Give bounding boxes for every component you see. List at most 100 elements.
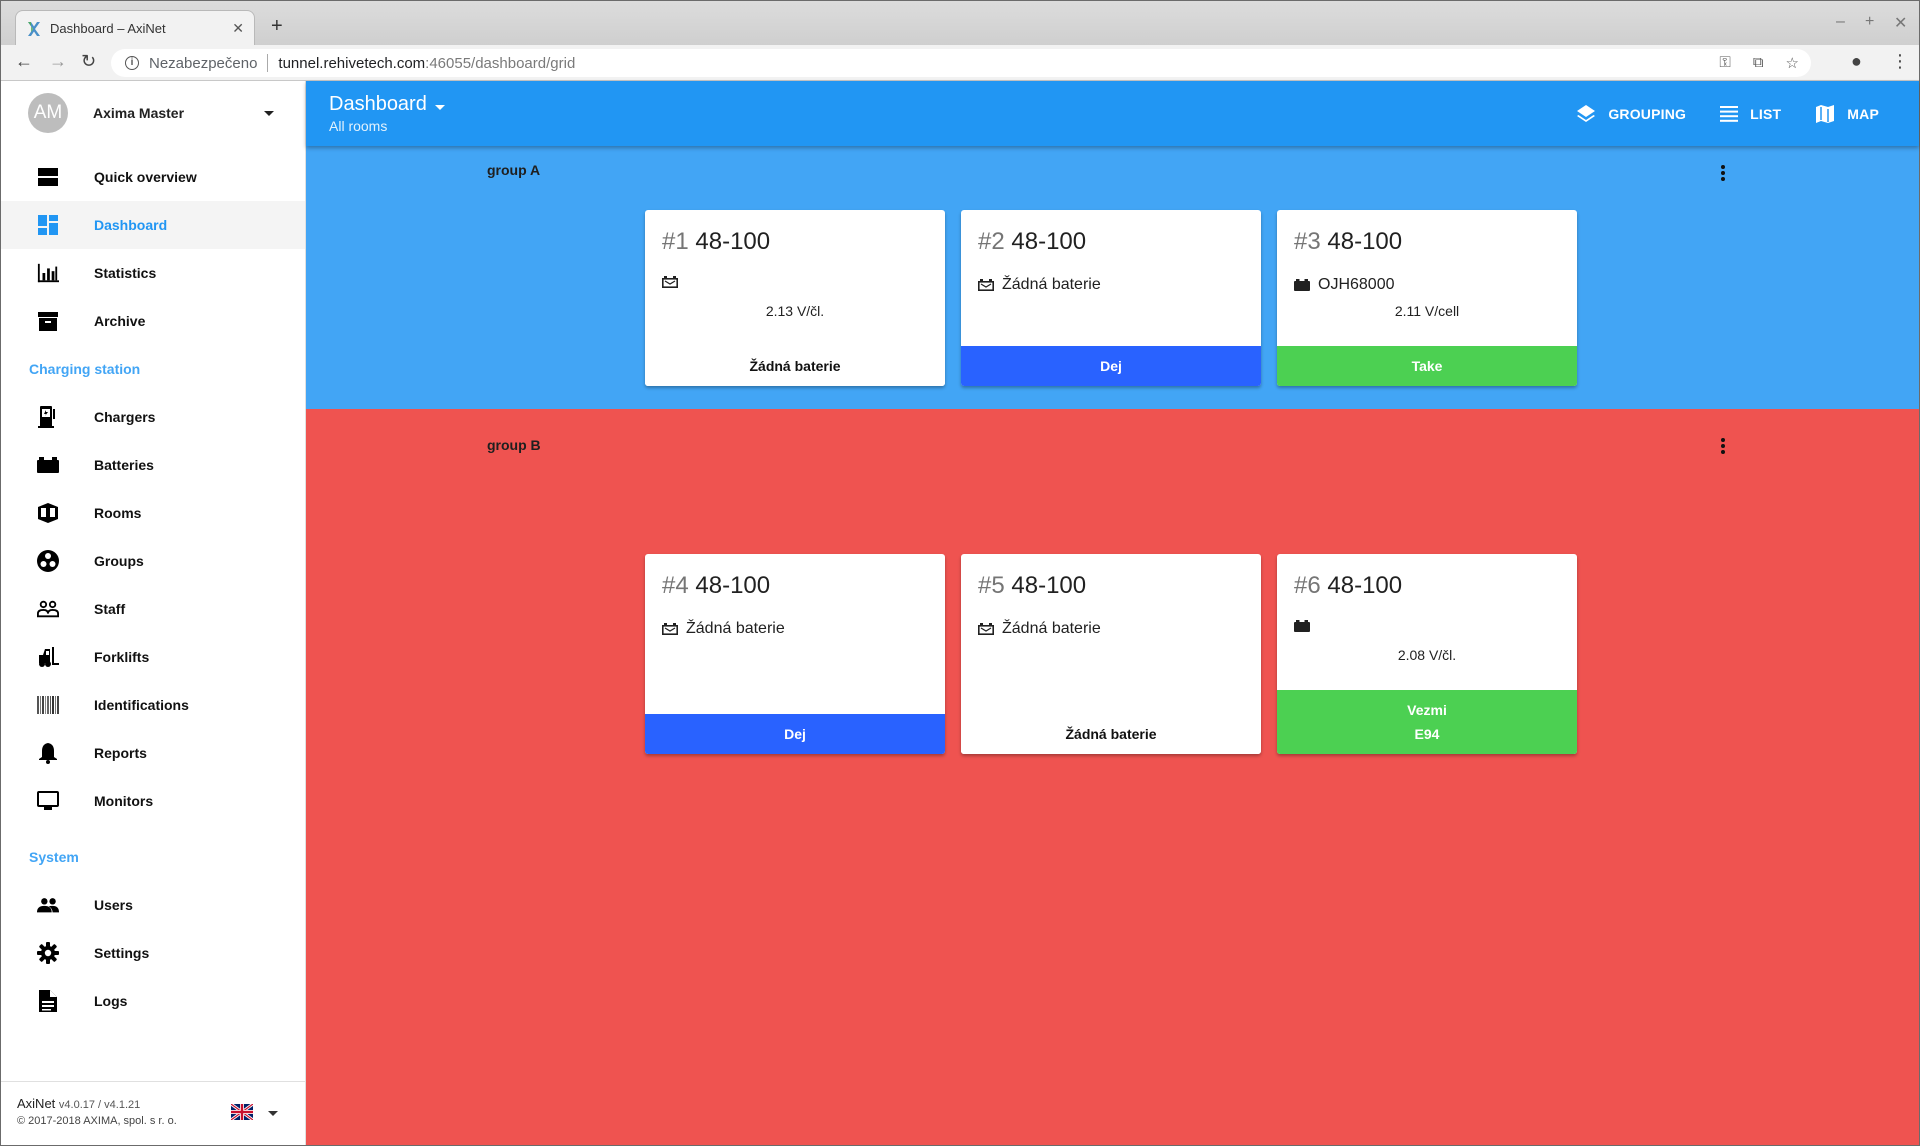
profile-icon[interactable]: ● (1851, 51, 1862, 72)
key-icon[interactable]: ⚿ (1719, 54, 1730, 72)
new-tab-button[interactable]: + (271, 15, 283, 38)
browser-tab[interactable]: Dashboard – AxiNet ✕ (15, 10, 255, 46)
charger-card[interactable]: #3 48-100 OJH68000 2.11 V/cell Take (1277, 210, 1577, 386)
voltage: 2.08 V/čl. (1397, 647, 1457, 663)
sidebar-item-forklifts[interactable]: Forklifts (1, 633, 305, 681)
charger-model: 48-100 (1327, 228, 1403, 255)
star-icon[interactable]: ☆ (1786, 54, 1799, 72)
info-icon[interactable]: i (125, 56, 139, 70)
sidebar-item-identifications[interactable]: Identifications (1, 681, 305, 729)
sidebar-item-batteries[interactable]: Batteries (1, 441, 305, 489)
charger-model: 48-100 (695, 572, 771, 599)
action-label: Dej (1100, 358, 1122, 374)
group-label: group B (487, 437, 541, 453)
sidebar-item-staff[interactable]: Staff (1, 585, 305, 633)
main-content: Dashboard All rooms GROUPING LIST MAP gr… (306, 81, 1919, 1145)
sidebar-item-rooms[interactable]: Rooms (1, 489, 305, 537)
battery-label: Žádná baterie (1002, 276, 1101, 293)
sidebar-item-label: Archive (94, 313, 146, 329)
battery-label: Žádná baterie (1002, 620, 1101, 637)
back-icon[interactable]: ← (15, 51, 33, 72)
room-icon (37, 502, 59, 524)
charger-number: #1 (662, 228, 689, 255)
sidebar-item-label: Statistics (94, 265, 157, 281)
take-button[interactable]: Vezmi E94 (1277, 690, 1577, 754)
sidebar-item-label: Monitors (94, 793, 154, 809)
sidebar-item-users[interactable]: Users (1, 881, 305, 929)
sidebar-item-dashboard[interactable]: Dashboard (1, 201, 305, 249)
user-menu[interactable]: AM Axima Master (1, 81, 305, 145)
tab-strip: Dashboard – AxiNet ✕ + – + ✕ (1, 1, 1919, 46)
sidebar-item-label: Batteries (94, 457, 154, 473)
section-system: System (29, 849, 79, 865)
sidebar-footer: AxiNet v4.0.17 / v4.1.21 © 2017-2018 AXI… (1, 1081, 306, 1145)
sidebar-item-label: Forklifts (94, 649, 150, 665)
sidebar-item-chargers[interactable]: Chargers (1, 393, 305, 441)
browser-menu-icon[interactable]: ⋮ (1891, 51, 1909, 72)
sidebar-item-reports[interactable]: Reports (1, 729, 305, 777)
sidebar-item-quick-overview[interactable]: Quick overview (1, 153, 305, 201)
take-button[interactable]: Take (1277, 346, 1577, 386)
avatar: AM (28, 93, 68, 133)
sidebar-item-label: Reports (94, 745, 147, 761)
reload-icon[interactable]: ↻ (81, 51, 96, 72)
sidebar-item-archive[interactable]: Archive (1, 297, 305, 345)
translate-icon[interactable]: ⧉ (1753, 54, 1764, 72)
page-title-dropdown[interactable]: Dashboard (329, 93, 445, 116)
map-button[interactable]: MAP (1815, 104, 1879, 124)
minimize-icon[interactable]: – (1836, 13, 1845, 31)
address-bar[interactable]: i Nezabezpečeno tunnel.rehivetech.com :4… (111, 49, 1811, 77)
sidebar-item-label: Groups (94, 553, 144, 569)
tab-close-icon[interactable]: ✕ (232, 20, 244, 37)
action-label: Žádná baterie (749, 358, 841, 374)
layers-icon (1577, 104, 1596, 122)
sidebar-item-statistics[interactable]: Statistics (1, 249, 305, 297)
charger-card[interactable]: #5 48-100 Žádná baterie Žádná baterie (961, 554, 1261, 754)
browser-window: Dashboard – AxiNet ✕ + – + ✕ ← → ↻ i Nez… (0, 0, 1920, 1146)
window-close-icon[interactable]: ✕ (1894, 13, 1907, 33)
charger-action: Žádná baterie (645, 346, 945, 386)
archive-icon (37, 310, 59, 332)
more-vert-icon[interactable] (1715, 161, 1731, 185)
sidebar-item-settings[interactable]: Settings (1, 929, 305, 977)
battery-icon (37, 454, 59, 476)
sidebar-item-logs[interactable]: Logs (1, 977, 305, 1025)
charger-card[interactable]: #6 48-100 2.08 V/čl. Vezmi E94 (1277, 554, 1577, 754)
sidebar: AM Axima Master Quick overview Dashboard… (1, 81, 306, 1145)
chevron-down-icon[interactable] (264, 111, 274, 116)
more-vert-icon[interactable] (1715, 434, 1731, 458)
grouping-button[interactable]: GROUPING (1576, 104, 1686, 124)
give-button[interactable]: Dej (645, 714, 945, 754)
grouping-label: GROUPING (1608, 105, 1687, 122)
give-button[interactable]: Dej (961, 346, 1261, 386)
language-dropdown-icon[interactable] (268, 1111, 278, 1116)
map-icon (1816, 104, 1835, 123)
forward-icon[interactable]: → (49, 51, 67, 72)
maximize-icon[interactable]: + (1865, 13, 1874, 31)
app-name: AxiNet (17, 1096, 56, 1111)
sidebar-item-label: Users (94, 897, 133, 913)
list-icon (1720, 105, 1739, 122)
action-label: Take (1411, 358, 1443, 374)
monitor-icon (37, 790, 59, 812)
battery-empty-icon (662, 623, 678, 635)
charger-card[interactable]: #2 48-100 Žádná baterie Dej (961, 210, 1261, 386)
sidebar-item-label: Rooms (94, 505, 142, 521)
battery-empty-icon (978, 279, 994, 291)
voltage: 2.11 V/cell (1394, 303, 1460, 319)
charger-number: #5 (978, 572, 1005, 599)
charger-card[interactable]: #1 48-100 2.13 V/čl. Žádná baterie (645, 210, 945, 386)
list-button[interactable]: LIST (1720, 105, 1781, 122)
sidebar-item-monitors[interactable]: Monitors (1, 777, 305, 825)
battery-empty-icon (978, 623, 994, 635)
url-host: tunnel.rehivetech.com (278, 54, 426, 72)
uk-flag-icon[interactable] (230, 1102, 254, 1122)
group-label: group A (487, 162, 541, 178)
groups-icon (37, 550, 59, 572)
charger-card[interactable]: #4 48-100 Žádná baterie Dej (645, 554, 945, 754)
barcode-icon (37, 694, 59, 716)
view-agenda-icon (37, 166, 59, 188)
sidebar-item-groups[interactable]: Groups (1, 537, 305, 585)
gear-icon (37, 942, 59, 964)
battery-label: OJH68000 (1318, 276, 1395, 293)
